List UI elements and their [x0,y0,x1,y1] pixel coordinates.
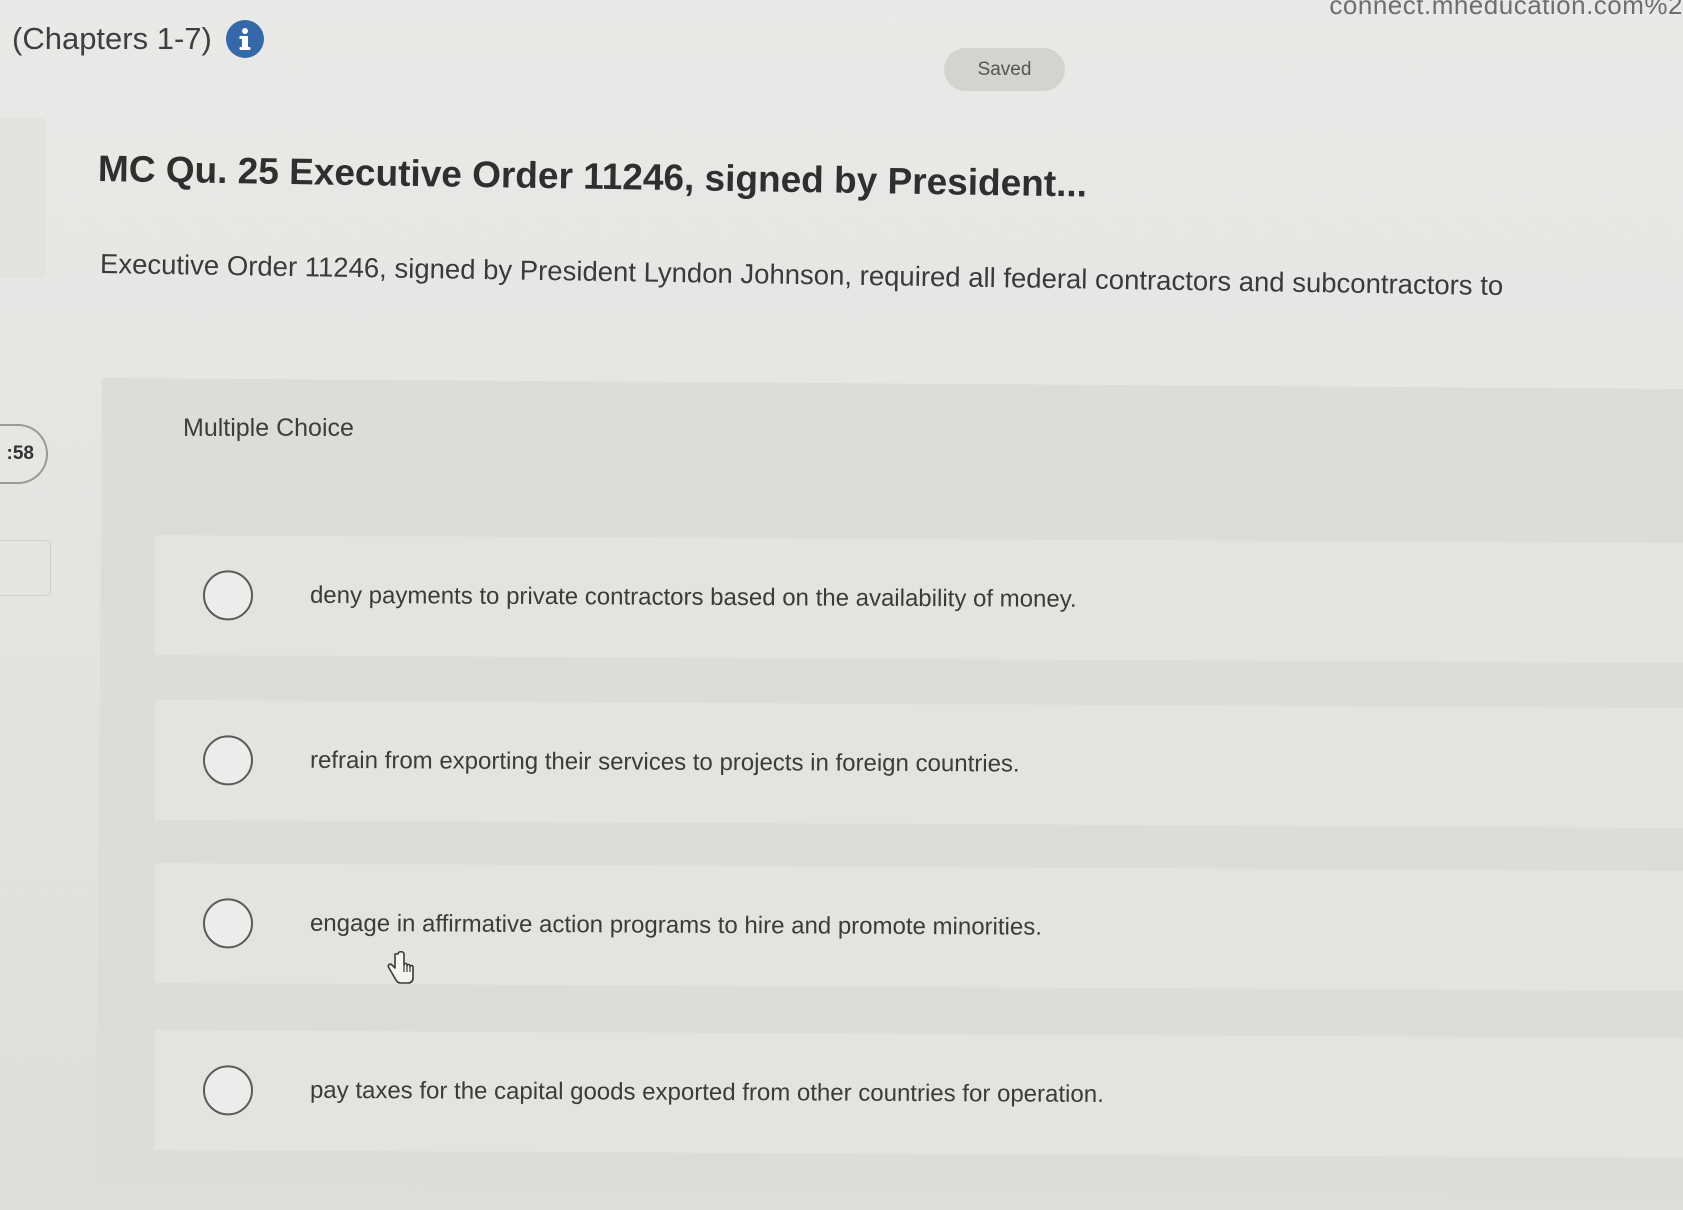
radio-button[interactable] [202,898,254,949]
radio-button[interactable] [202,570,254,621]
radio-button[interactable] [202,1065,254,1116]
choice-label: engage in affirmative action programs to… [309,909,1042,941]
hand-pointer-icon [385,950,417,986]
timer-tab[interactable]: :58 [0,424,48,484]
question-prompt: Executive Order 11246, signed by Preside… [99,248,1504,302]
info-icon[interactable] [225,20,264,58]
question-type-label: Multiple Choice [183,414,354,442]
url-fragment: connect.mheducation.com%2 [1329,0,1683,20]
choice-option-4[interactable]: pay taxes for the capital goods exported… [154,1030,1683,1159]
choice-option-3[interactable]: engage in affirmative action programs to… [154,863,1683,992]
choice-label: deny payments to private contractors bas… [309,581,1077,613]
chapter-header: (Chapters 1-7) [12,20,264,58]
question-title: MC Qu. 25 Executive Order 11246, signed … [97,148,1088,205]
side-panel-edge [0,118,46,278]
side-panel-tab[interactable] [0,540,51,596]
choice-label: pay taxes for the capital goods exported… [309,1076,1104,1108]
save-status-badge: Saved [944,48,1065,91]
radio-button[interactable] [202,735,254,786]
choice-option-1[interactable]: deny payments to private contractors bas… [154,535,1683,664]
chapter-title: (Chapters 1-7) [12,21,212,56]
choice-option-2[interactable]: refrain from exporting their services to… [154,700,1683,829]
choice-label: refrain from exporting their services to… [309,746,1020,778]
timer-display: :58 [6,443,34,464]
